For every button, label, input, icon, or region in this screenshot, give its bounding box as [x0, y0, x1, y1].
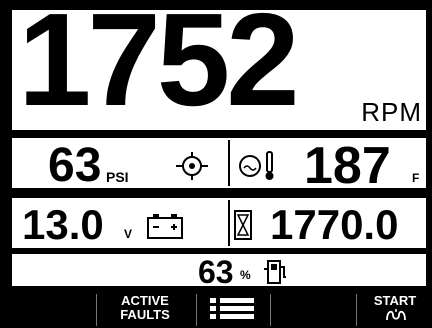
hourglass-icon: [234, 210, 252, 240]
engine-hours-value: 1770.0: [270, 201, 399, 248]
start-button[interactable]: START: [360, 294, 430, 308]
coolant-temp-unit: F: [412, 171, 420, 185]
glow-plug-icon: [386, 309, 406, 321]
row-divider: [228, 200, 230, 246]
battery-voltage-value: 13.0: [22, 201, 104, 248]
battery-voltage-unit: V: [124, 227, 133, 241]
fuel-level-unit: %: [240, 268, 251, 282]
softkey-bar: ACTIVE FAULTS START: [0, 290, 432, 328]
fuel-pump-icon: [264, 260, 286, 284]
engine-display: 1752 RPM 63 PSI 187 F 13.0 V 1770.0 63 %…: [0, 0, 432, 328]
menu-list-icon[interactable]: [208, 296, 256, 322]
oil-pressure-icon: [176, 152, 208, 180]
oil-temp-row: 63 PSI 187 F: [10, 136, 428, 190]
rpm-panel: 1752 RPM: [10, 8, 428, 132]
coolant-temp-icon: [239, 151, 274, 180]
softkey-separator: [196, 294, 197, 326]
softkey-4-button[interactable]: [271, 290, 356, 328]
oil-pressure-unit: PSI: [106, 169, 129, 185]
fuel-level-value: 63: [198, 254, 234, 288]
softkey-1-button[interactable]: [0, 290, 96, 328]
coolant-temp-value: 187: [304, 137, 391, 190]
active-faults-button[interactable]: ACTIVE FAULTS: [100, 294, 190, 322]
battery-hours-row: 13.0 V 1770.0: [10, 196, 428, 250]
rpm-unit: RPM: [361, 97, 422, 127]
battery-icon: [147, 214, 183, 239]
softkey-separator: [356, 294, 357, 326]
fuel-panel: 63 %: [10, 252, 428, 288]
oil-pressure-value: 63: [48, 139, 102, 190]
row-divider: [228, 140, 230, 186]
softkey-separator: [96, 294, 97, 326]
rpm-value: 1752: [18, 8, 300, 132]
